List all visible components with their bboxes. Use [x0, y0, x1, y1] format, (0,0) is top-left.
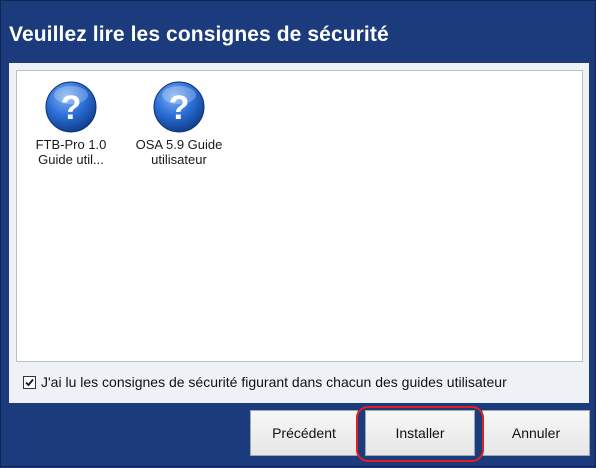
acknowledgement-label: J'ai lu les consignes de sécurité figura… [41, 374, 507, 390]
install-highlight-ring [356, 406, 484, 462]
help-question-icon: ? [45, 81, 97, 133]
button-bar: Précédent Installer Annuler [1, 404, 595, 468]
guide-item-label: OSA 5.9 Guide utilisateur [135, 137, 223, 167]
guide-item-osa[interactable]: ? OSA 5.9 Guide utilisateur [131, 79, 227, 167]
acknowledgement-row[interactable]: J'ai lu les consignes de sécurité figura… [23, 372, 507, 392]
guide-item-label: FTB-Pro 1.0 Guide util... [35, 137, 107, 167]
cancel-button[interactable]: Annuler [482, 410, 590, 456]
guide-file-list: ? FTB-Pro 1.0 Guide util... ? OSA 5.9 Gu… [16, 70, 583, 362]
checkmark-icon [25, 378, 34, 386]
svg-text:?: ? [169, 89, 190, 127]
previous-button[interactable]: Précédent [250, 410, 358, 456]
content-frame: ? FTB-Pro 1.0 Guide util... ? OSA 5.9 Gu… [9, 63, 589, 403]
title-bar: Veuillez lire les consignes de sécurité [9, 7, 587, 63]
dialog-title: Veuillez lire les consignes de sécurité [9, 23, 389, 46]
acknowledgement-checkbox[interactable] [23, 375, 36, 389]
svg-text:?: ? [61, 89, 82, 127]
guide-item-ftb-pro[interactable]: ? FTB-Pro 1.0 Guide util... [23, 79, 119, 167]
help-question-icon: ? [153, 81, 205, 133]
safety-dialog: Veuillez lire les consignes de sécurité … [0, 0, 596, 467]
